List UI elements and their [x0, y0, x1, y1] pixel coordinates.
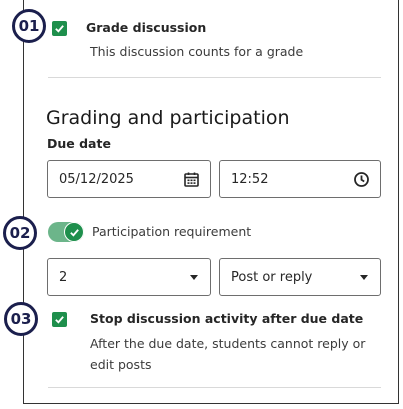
- participation-type-select[interactable]: Post or reply: [219, 258, 381, 296]
- due-time-value: 12:52: [231, 172, 269, 187]
- checkmark-icon: [55, 25, 64, 33]
- step-badge-01-text: 01: [18, 17, 40, 35]
- divider: [48, 387, 381, 388]
- due-date-label: Due date: [47, 136, 111, 151]
- step-badge-02: 02: [3, 216, 37, 250]
- stop-activity-description-line1: After the due date, students cannot repl…: [90, 336, 366, 351]
- grade-discussion-checkbox[interactable]: [52, 21, 67, 36]
- clock-icon[interactable]: [353, 171, 370, 188]
- stop-activity-checkbox[interactable]: [52, 312, 67, 327]
- step-badge-01: 01: [12, 9, 46, 43]
- grade-discussion-description: This discussion counts for a grade: [90, 44, 304, 59]
- divider: [48, 77, 381, 78]
- chevron-down-icon: [360, 275, 368, 280]
- toggle-knob: [64, 222, 84, 242]
- section-title: Grading and participation: [46, 107, 290, 129]
- checkmark-icon: [69, 228, 79, 237]
- participation-toggle[interactable]: [48, 222, 84, 242]
- calendar-icon[interactable]: [183, 171, 200, 188]
- checkmark-icon: [55, 316, 64, 324]
- due-time-input[interactable]: 12:52: [219, 160, 381, 198]
- stop-activity-label: Stop discussion activity after due date: [90, 311, 364, 326]
- step-badge-02-text: 02: [9, 224, 31, 242]
- grade-discussion-label: Grade discussion: [86, 20, 207, 35]
- participation-type-value: Post or reply: [231, 270, 313, 285]
- due-date-value: 05/12/2025: [59, 172, 134, 187]
- chevron-down-icon: [190, 275, 198, 280]
- step-badge-03: 03: [4, 302, 38, 336]
- stop-activity-description-line2: edit posts: [90, 357, 152, 372]
- due-date-input[interactable]: 05/12/2025: [47, 160, 211, 198]
- participation-label: Participation requirement: [92, 224, 252, 239]
- participation-count-select[interactable]: 2: [47, 258, 211, 296]
- step-badge-03-text: 03: [10, 310, 32, 328]
- participation-count-value: 2: [59, 270, 68, 285]
